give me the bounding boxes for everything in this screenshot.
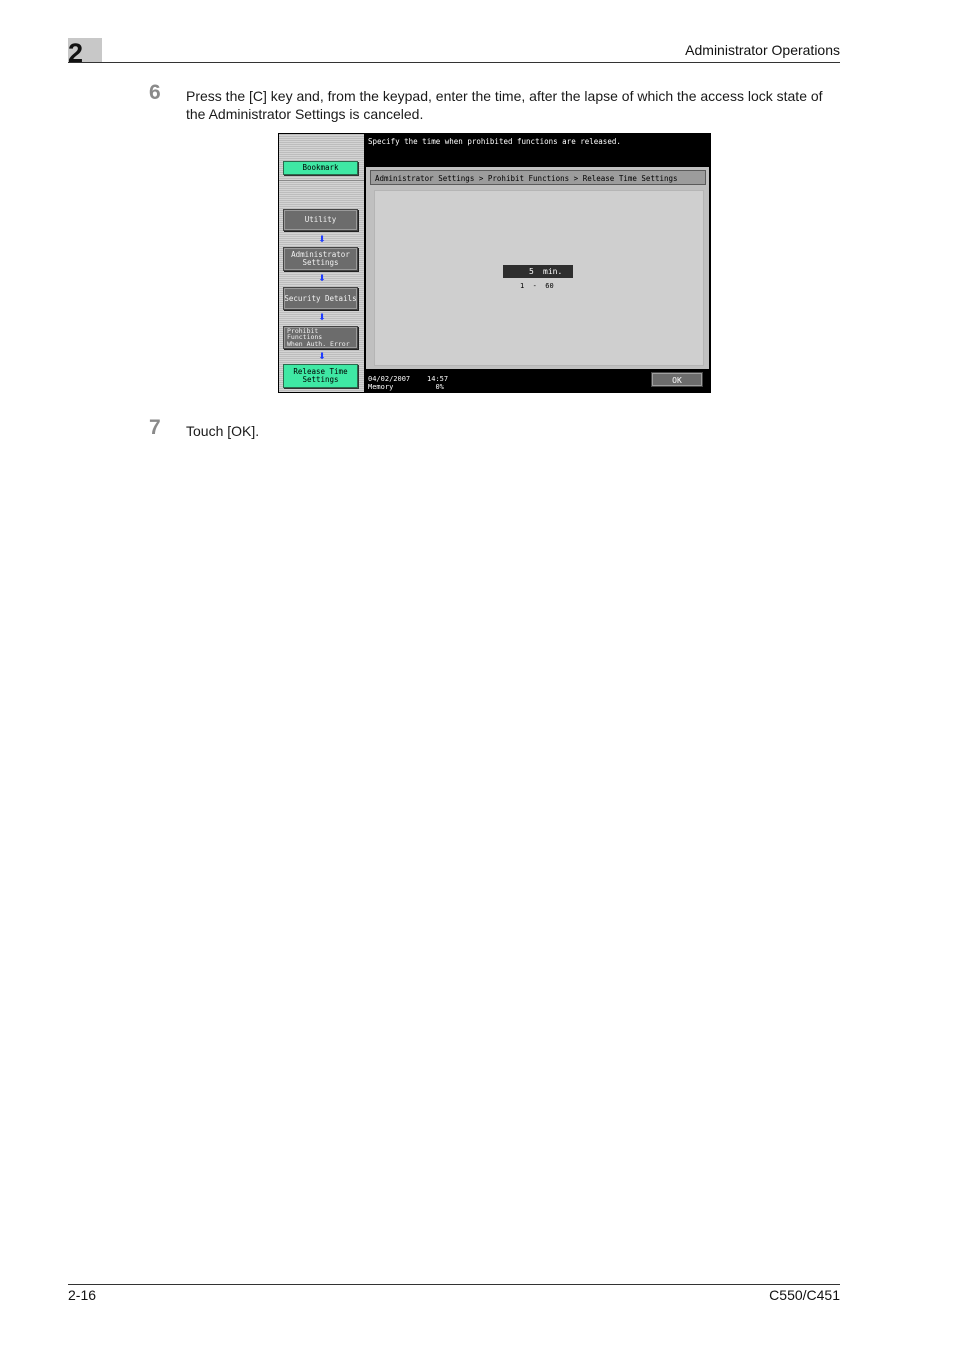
status-memory-label: Memory [368, 383, 394, 391]
section-title: Administrator Operations [685, 42, 840, 58]
release-time-settings-button[interactable]: Release Time Settings [283, 364, 358, 388]
time-unit: min. [543, 267, 563, 276]
left-navigation-pane: Bookmark Utility ⬇ Administrator Setting… [279, 134, 364, 392]
status-time: 14:57 [427, 375, 449, 383]
header-divider [68, 62, 840, 63]
arrow-down-icon: ⬇ [318, 234, 326, 244]
arrow-down-icon: ⬇ [318, 273, 326, 283]
arrow-down-icon: ⬇ [318, 351, 326, 361]
release-time-settings-line-2: Settings [302, 375, 339, 384]
step-number-7: 7 [149, 416, 161, 439]
prohibit-functions-line-3: When Auth. Error [287, 339, 350, 348]
arrow-down-icon: ⬇ [318, 312, 326, 322]
step-number-6: 6 [149, 81, 161, 104]
security-details-button[interactable]: Security Details [283, 287, 358, 310]
model-name: C550/C451 [769, 1287, 840, 1303]
prohibit-functions-button[interactable]: Prohibit Functions When Auth. Error [283, 326, 358, 349]
step-6-line-1: Press the [C] key and, from the keypad, … [186, 88, 823, 104]
settings-panel [374, 190, 704, 366]
left-pane-divider [279, 180, 364, 181]
administrator-settings-button[interactable]: Administrator Settings [283, 247, 358, 271]
page-number: 2-16 [68, 1287, 97, 1303]
breadcrumb: Administrator Settings > Prohibit Functi… [370, 170, 706, 185]
time-value: 5 [529, 267, 534, 276]
utility-button[interactable]: Utility [283, 209, 358, 231]
control-panel-screen: Bookmark Utility ⬇ Administrator Setting… [278, 133, 711, 393]
step-6-text: Press the [C] key and, from the keypad, … [186, 87, 823, 123]
administrator-settings-line-2: Settings [302, 258, 339, 267]
footer-divider [68, 1284, 840, 1285]
status-bar: 04/02/2007 14:57 Memory 0% [368, 375, 448, 391]
value-range: 1 - 60 [520, 282, 554, 290]
time-value-field[interactable]: 5 min. [503, 265, 573, 278]
step-6-line-2: the Administrator Settings is canceled. [186, 106, 424, 122]
ok-button[interactable]: OK [651, 372, 703, 387]
step-7-text: Touch [OK]. [186, 423, 260, 439]
status-date: 04/02/2007 [368, 375, 411, 383]
status-memory-value: 0% [435, 383, 444, 391]
instruction-message: Specify the time when prohibited functio… [368, 137, 621, 146]
bookmark-button[interactable]: Bookmark [283, 161, 358, 175]
